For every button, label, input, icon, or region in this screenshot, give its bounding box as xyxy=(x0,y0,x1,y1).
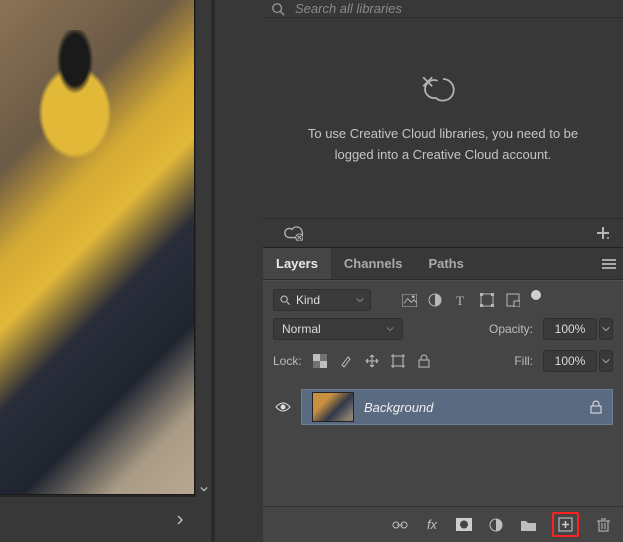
layer-name[interactable]: Background xyxy=(364,400,433,415)
filter-kind-input[interactable] xyxy=(296,293,346,307)
chevron-down-icon xyxy=(602,357,610,365)
lock-artboard-icon[interactable] xyxy=(390,353,406,369)
menu-icon xyxy=(602,259,616,269)
trash-icon xyxy=(597,517,610,532)
chevron-down-icon xyxy=(386,325,394,333)
document-canvas[interactable] xyxy=(0,0,197,497)
panel-menu-button[interactable] xyxy=(595,248,623,279)
filter-toggle-switch[interactable] xyxy=(531,290,541,300)
lock-transparency-icon[interactable] xyxy=(312,353,328,369)
libraries-message: To use Creative Cloud libraries, you nee… xyxy=(305,124,581,166)
libraries-empty-state: To use Creative Cloud libraries, you nee… xyxy=(263,18,623,218)
blend-mode-select[interactable]: Normal xyxy=(273,318,403,340)
lock-row: Lock: Fill: 100% xyxy=(263,345,623,377)
fill-label: Fill: xyxy=(514,354,533,368)
tab-paths[interactable]: Paths xyxy=(415,248,476,279)
lock-position-icon[interactable] xyxy=(364,353,380,369)
cloud-sync-icon[interactable] xyxy=(283,225,303,241)
blend-mode-value: Normal xyxy=(282,322,321,336)
delete-layer-button[interactable] xyxy=(595,517,611,533)
filter-smartobject-icon[interactable] xyxy=(505,292,521,308)
libraries-search-row: Search all libraries xyxy=(263,0,623,18)
adjustment-icon xyxy=(489,518,503,532)
new-group-button[interactable] xyxy=(520,517,536,533)
fill-dropdown-button[interactable] xyxy=(599,350,613,372)
tab-layers[interactable]: Layers xyxy=(263,248,331,279)
layers-panel-body: T Normal Opacity: 100% Lock: xyxy=(263,280,623,542)
lock-paint-icon[interactable] xyxy=(338,353,354,369)
link-layers-button[interactable] xyxy=(392,517,408,533)
filter-adjustment-icon[interactable] xyxy=(427,292,443,308)
lock-all-icon[interactable] xyxy=(416,353,432,369)
lock-label: Lock: xyxy=(273,354,302,368)
search-icon xyxy=(280,295,291,306)
opacity-value-input[interactable]: 100% xyxy=(543,318,597,340)
canvas-scrollbar-vertical[interactable] xyxy=(195,0,211,497)
fill-value-input[interactable]: 100% xyxy=(543,350,597,372)
canvas-image xyxy=(0,0,195,495)
chevron-down-icon xyxy=(602,325,610,333)
link-icon xyxy=(392,520,408,530)
panel-tabs: Layers Channels Paths xyxy=(263,248,623,280)
libraries-footer xyxy=(263,218,623,248)
chevron-right-icon[interactable] xyxy=(175,515,185,525)
layers-footer: fx xyxy=(263,506,623,542)
layer-item-selected[interactable]: Background xyxy=(301,389,613,425)
eye-icon xyxy=(275,401,291,413)
filter-pixel-icon[interactable] xyxy=(401,292,417,308)
new-layer-icon xyxy=(558,517,573,532)
collapsed-panel-strip xyxy=(215,0,263,542)
layer-fx-button[interactable]: fx xyxy=(424,517,440,533)
layer-row[interactable]: Background xyxy=(263,387,623,427)
add-icon[interactable] xyxy=(595,225,611,241)
canvas-bottom-bar xyxy=(0,497,211,542)
chevron-down-icon xyxy=(200,485,208,493)
filter-shape-icon[interactable] xyxy=(479,292,495,308)
layer-filter-kind[interactable] xyxy=(273,289,371,311)
layer-thumbnail[interactable] xyxy=(312,392,354,422)
layer-filter-row: T xyxy=(263,281,623,313)
svg-text:T: T xyxy=(456,293,464,307)
layer-mask-button[interactable] xyxy=(456,517,472,533)
layer-lock-indicator[interactable] xyxy=(590,400,602,414)
new-layer-button-highlighted[interactable] xyxy=(552,512,579,537)
search-icon xyxy=(271,2,285,16)
blend-row: Normal Opacity: 100% xyxy=(263,313,623,345)
chevron-down-icon xyxy=(356,296,364,304)
creative-cloud-error-icon xyxy=(416,70,470,106)
lock-icon xyxy=(590,400,602,414)
layer-visibility-toggle[interactable] xyxy=(273,401,293,413)
opacity-label: Opacity: xyxy=(489,322,533,336)
libraries-search-input[interactable]: Search all libraries xyxy=(295,1,402,16)
folder-icon xyxy=(521,519,536,531)
adjustment-layer-button[interactable] xyxy=(488,517,504,533)
opacity-dropdown-button[interactable] xyxy=(599,318,613,340)
filter-type-icon[interactable]: T xyxy=(453,292,469,308)
layers-list: Background xyxy=(263,387,623,506)
mask-icon xyxy=(456,518,472,531)
tab-channels[interactable]: Channels xyxy=(331,248,416,279)
